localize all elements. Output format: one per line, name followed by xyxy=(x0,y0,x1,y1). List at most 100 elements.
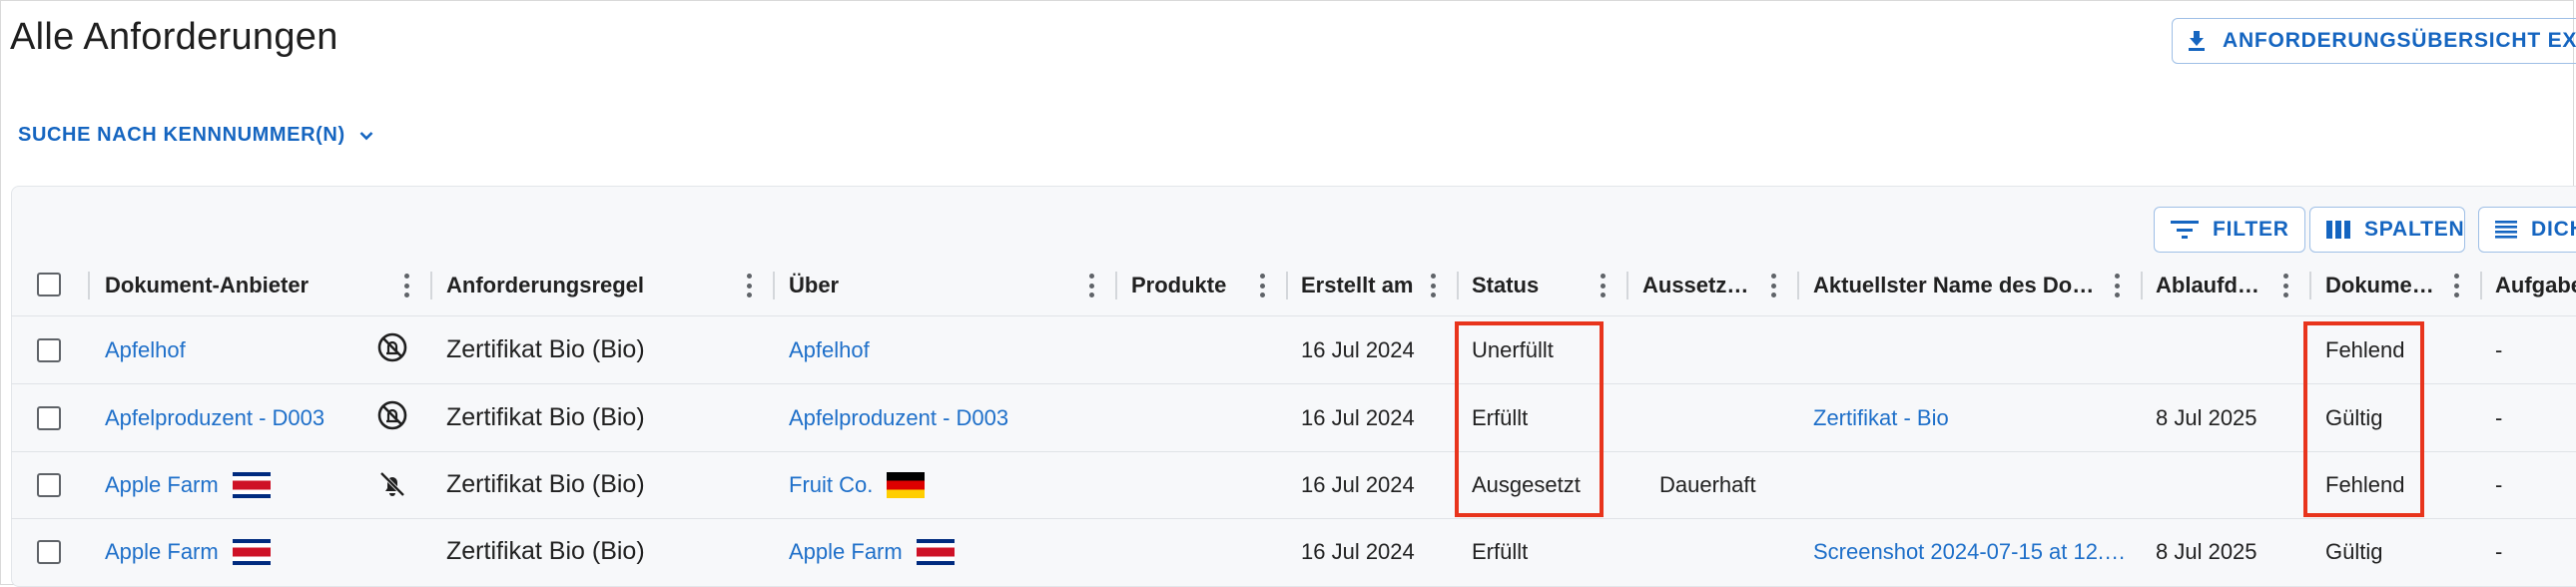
document-name-cell xyxy=(1813,316,2133,383)
column-header-provider[interactable]: Dokument-Anbieter xyxy=(105,256,374,315)
column-separator[interactable] xyxy=(1115,272,1117,299)
document-status-cell: Gültig xyxy=(2325,538,2383,564)
column-header-products[interactable]: Produkte xyxy=(1131,256,1233,315)
about-cell: Apfelhof xyxy=(789,316,1108,383)
document-name-cell: Screenshot 2024-07-15 at 12.11.23 xyxy=(1813,518,2135,585)
about-link[interactable]: Apple Farm xyxy=(789,539,903,565)
column-separator[interactable] xyxy=(2141,272,2143,299)
column-header-about[interactable]: Über xyxy=(789,256,1078,315)
rule-cell: Zertifikat Bio (Bio) xyxy=(446,403,645,431)
table-row[interactable]: Apple Farm Zertifikat Bio (Bio) Apple Fa… xyxy=(11,518,2576,585)
document-name-link[interactable]: Zertifikat - Bio xyxy=(1813,405,1949,431)
column-separator[interactable] xyxy=(1286,272,1288,299)
provider-link[interactable]: Apple Farm xyxy=(105,472,219,498)
expiry-cell: 8 Jul 2025 xyxy=(2156,538,2257,564)
suspension-cell xyxy=(1642,384,1792,451)
column-menu-icon[interactable] xyxy=(1088,274,1094,297)
document-name-cell: Zertifikat - Bio xyxy=(1813,384,2133,451)
notifications-off-icon xyxy=(377,332,407,362)
document-name-cell xyxy=(1813,451,2133,518)
column-header-created[interactable]: Erstellt am xyxy=(1301,256,1419,315)
filter-label: FILTER xyxy=(2213,218,2289,241)
column-menu-icon[interactable] xyxy=(1259,274,1265,297)
costa-rica-flag-icon xyxy=(232,471,271,498)
document-status-highlight-box xyxy=(2303,321,2424,517)
expiry-cell: 8 Jul 2025 xyxy=(2156,404,2257,430)
about-link[interactable]: Apfelproduzent - D003 xyxy=(789,405,1008,431)
column-header-row: Dokument-Anbieter Anforderungsregel Über… xyxy=(11,256,2576,316)
tasks-cell: - xyxy=(2495,404,2503,430)
costa-rica-flag-icon xyxy=(916,538,955,565)
column-menu-icon[interactable] xyxy=(746,274,752,297)
column-separator[interactable] xyxy=(430,272,432,299)
filter-button[interactable]: FILTER xyxy=(2154,207,2305,253)
page-title: Alle Anforderungen xyxy=(10,16,338,58)
provider-cell: Apple Farm xyxy=(105,518,384,585)
costa-rica-flag-icon xyxy=(232,538,271,565)
about-cell: Fruit Co. xyxy=(789,451,1108,518)
rule-cell: Zertifikat Bio (Bio) xyxy=(446,470,645,498)
row-checkbox[interactable] xyxy=(37,338,61,362)
column-separator[interactable] xyxy=(1626,272,1628,299)
density-button[interactable]: DICHTE xyxy=(2478,207,2576,253)
status-highlight-box xyxy=(1455,321,1604,517)
provider-link[interactable]: Apple Farm xyxy=(105,539,219,565)
created-cell: 16 Jul 2024 xyxy=(1301,538,1415,564)
search-by-id-toggle[interactable]: SUCHE NACH KENNNUMMER(N) xyxy=(18,124,373,147)
document-name-link[interactable]: Screenshot 2024-07-15 at 12.11.23 xyxy=(1813,539,2135,565)
column-separator[interactable] xyxy=(773,272,775,299)
column-header-document-status[interactable]: Dokumentstatus xyxy=(2325,256,2437,315)
column-header-tasks[interactable]: Aufgaben xyxy=(2495,256,2576,315)
column-separator[interactable] xyxy=(2309,272,2311,299)
columns-button[interactable]: SPALTEN xyxy=(2309,207,2465,253)
table-row[interactable]: Apple Farm Zertifikat Bio (Bio) Fruit Co… xyxy=(11,451,2576,519)
created-cell: 16 Jul 2024 xyxy=(1301,404,1415,430)
column-header-suspension[interactable]: Aussetzung xyxy=(1642,256,1760,315)
columns-icon xyxy=(2326,221,2350,239)
suspension-cell xyxy=(1642,518,1792,585)
export-overview-label: ANFORDERUNGSÜBERSICHT EXPORTIEREN xyxy=(2223,29,2576,52)
table-row[interactable]: Apfelproduzent - D003 Zertifikat Bio (Bi… xyxy=(11,384,2576,452)
select-all-checkbox[interactable] xyxy=(37,273,61,296)
column-header-document-name[interactable]: Aktuellster Name des Dokuments xyxy=(1813,256,2103,315)
column-menu-icon[interactable] xyxy=(1770,274,1776,297)
column-header-rule[interactable]: Anforderungsregel xyxy=(446,256,736,315)
provider-cell: Apfelhof xyxy=(105,316,384,383)
column-menu-icon[interactable] xyxy=(1600,274,1606,297)
columns-label: SPALTEN xyxy=(2364,218,2465,241)
rule-cell: Zertifikat Bio (Bio) xyxy=(446,537,645,565)
filter-icon xyxy=(2171,221,2199,239)
column-menu-icon[interactable] xyxy=(2282,274,2288,297)
column-menu-icon[interactable] xyxy=(403,274,409,297)
suspension-cell xyxy=(1642,316,1792,383)
column-menu-icon[interactable] xyxy=(2453,274,2459,297)
status-cell: Erfüllt xyxy=(1472,538,1529,564)
row-checkbox[interactable] xyxy=(37,406,61,430)
column-menu-icon[interactable] xyxy=(1430,274,1436,297)
column-separator[interactable] xyxy=(1797,272,1799,299)
search-by-id-label: SUCHE NACH KENNNUMMER(N) xyxy=(18,124,345,146)
created-cell: 16 Jul 2024 xyxy=(1301,336,1415,362)
column-menu-icon[interactable] xyxy=(2114,274,2120,297)
about-link[interactable]: Apfelhof xyxy=(789,337,870,363)
column-header-status[interactable]: Status xyxy=(1472,256,1611,315)
provider-link[interactable]: Apfelproduzent - D003 xyxy=(105,405,324,431)
density-icon xyxy=(2495,221,2517,239)
germany-flag-icon xyxy=(887,471,926,498)
provider-cell: Apfelproduzent - D003 xyxy=(105,384,384,451)
export-overview-button[interactable]: ANFORDERUNGSÜBERSICHT EXPORTIEREN xyxy=(2172,18,2576,64)
about-cell: Apple Farm xyxy=(789,518,1108,585)
tasks-cell: - xyxy=(2495,538,2503,564)
rule-cell: Zertifikat Bio (Bio) xyxy=(446,335,645,363)
download-icon xyxy=(2189,31,2205,51)
column-separator[interactable] xyxy=(1457,272,1459,299)
column-header-expiry[interactable]: Ablaufdatum xyxy=(2156,256,2269,315)
about-link[interactable]: Fruit Co. xyxy=(789,472,873,498)
table-row[interactable]: Apfelhof Zertifikat Bio (Bio) Apfelhof 1… xyxy=(11,316,2576,384)
density-label: DICHTE xyxy=(2531,218,2576,241)
row-checkbox[interactable] xyxy=(37,473,61,497)
column-separator[interactable] xyxy=(2480,272,2482,299)
column-separator[interactable] xyxy=(88,272,90,299)
row-checkbox[interactable] xyxy=(37,540,61,564)
provider-link[interactable]: Apfelhof xyxy=(105,337,186,363)
